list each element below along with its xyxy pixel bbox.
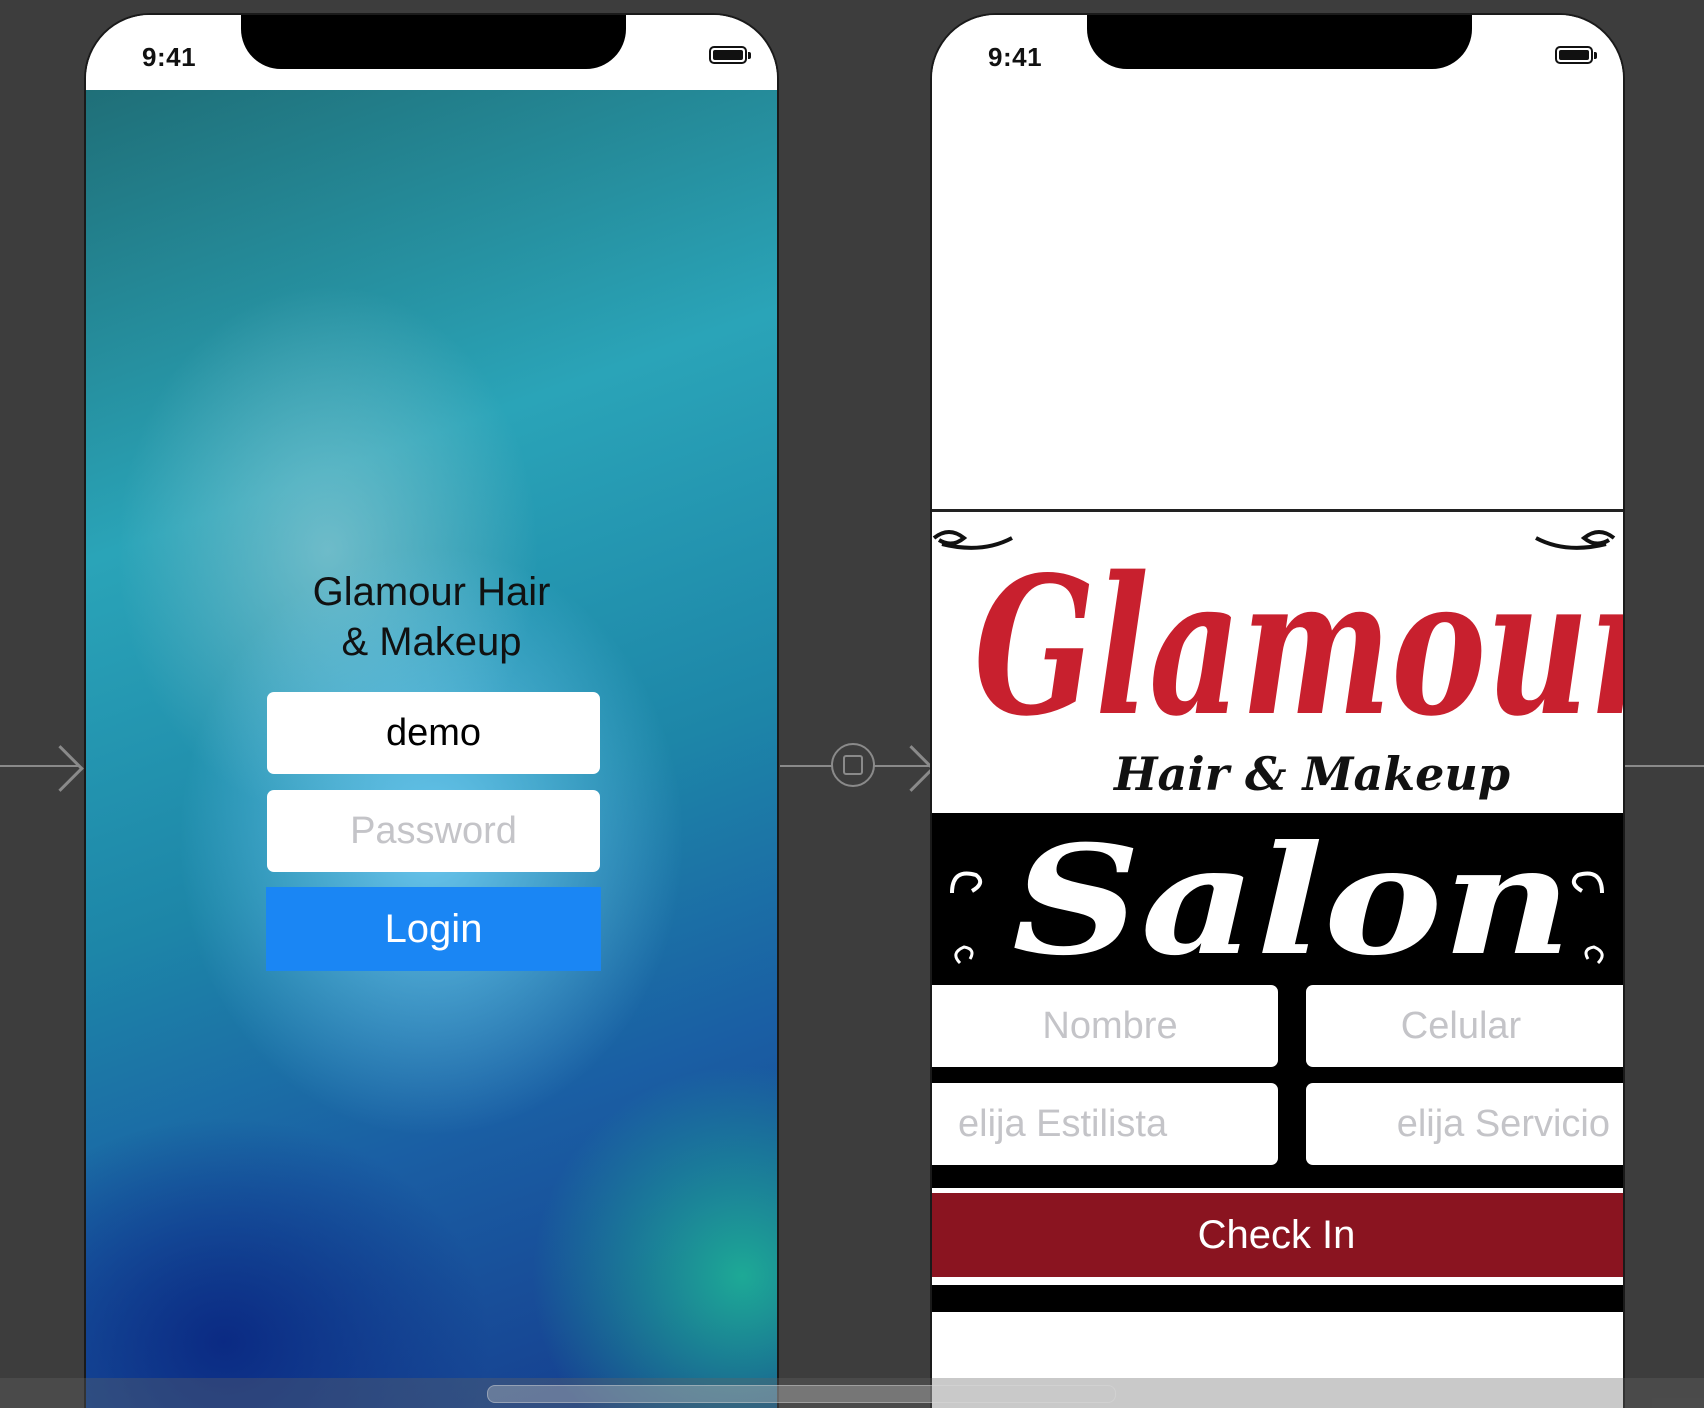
salon-logo: Glamour Hair & Makeup — [932, 509, 1623, 820]
glamour-logo-icon: Glamour Hair & Makeup — [932, 530, 1625, 801]
battery-icon — [1555, 46, 1597, 64]
servicio-picker[interactable]: elija Servicio — [1306, 1083, 1623, 1165]
login-screen: 9:41 Glamour Hair & Makeup demo Password… — [84, 13, 779, 1408]
status-bar: 9:41 — [932, 15, 1623, 90]
notch — [1087, 15, 1472, 69]
password-field[interactable]: Password — [267, 790, 600, 872]
entry-arrow-icon — [37, 745, 84, 792]
status-bar: 9:41 — [86, 15, 777, 90]
segue-arrow-icon — [888, 745, 935, 792]
estilista-picker[interactable]: elija Estilista — [932, 1083, 1278, 1165]
salon-logo-icon: Salon — [950, 813, 1604, 988]
login-button[interactable]: Login — [266, 887, 601, 971]
notch — [241, 15, 626, 69]
logo-salon: Salon — [1012, 813, 1572, 988]
nombre-field[interactable]: Nombre — [932, 985, 1278, 1067]
logo-brand: Glamour — [974, 535, 1625, 758]
checkin-button[interactable]: Check In — [932, 1193, 1623, 1277]
app-title: Glamour Hair & Makeup — [312, 570, 551, 664]
status-time: 9:41 — [142, 42, 197, 72]
logo-tagline: Hair & Makeup — [1112, 747, 1510, 801]
status-time: 9:41 — [988, 42, 1043, 72]
battery-icon — [709, 46, 751, 64]
exit-connector-line — [1625, 765, 1704, 767]
celular-field[interactable]: Celular — [1306, 985, 1623, 1067]
username-field[interactable]: demo — [267, 692, 600, 774]
bottom-band — [932, 1285, 1623, 1312]
checkin-screen: 9:41 Glamour Hair & Makeup Salon Nombre … — [930, 13, 1625, 1408]
canvas-scrollbar[interactable] — [487, 1385, 1116, 1403]
segue-icon[interactable] — [831, 743, 875, 787]
